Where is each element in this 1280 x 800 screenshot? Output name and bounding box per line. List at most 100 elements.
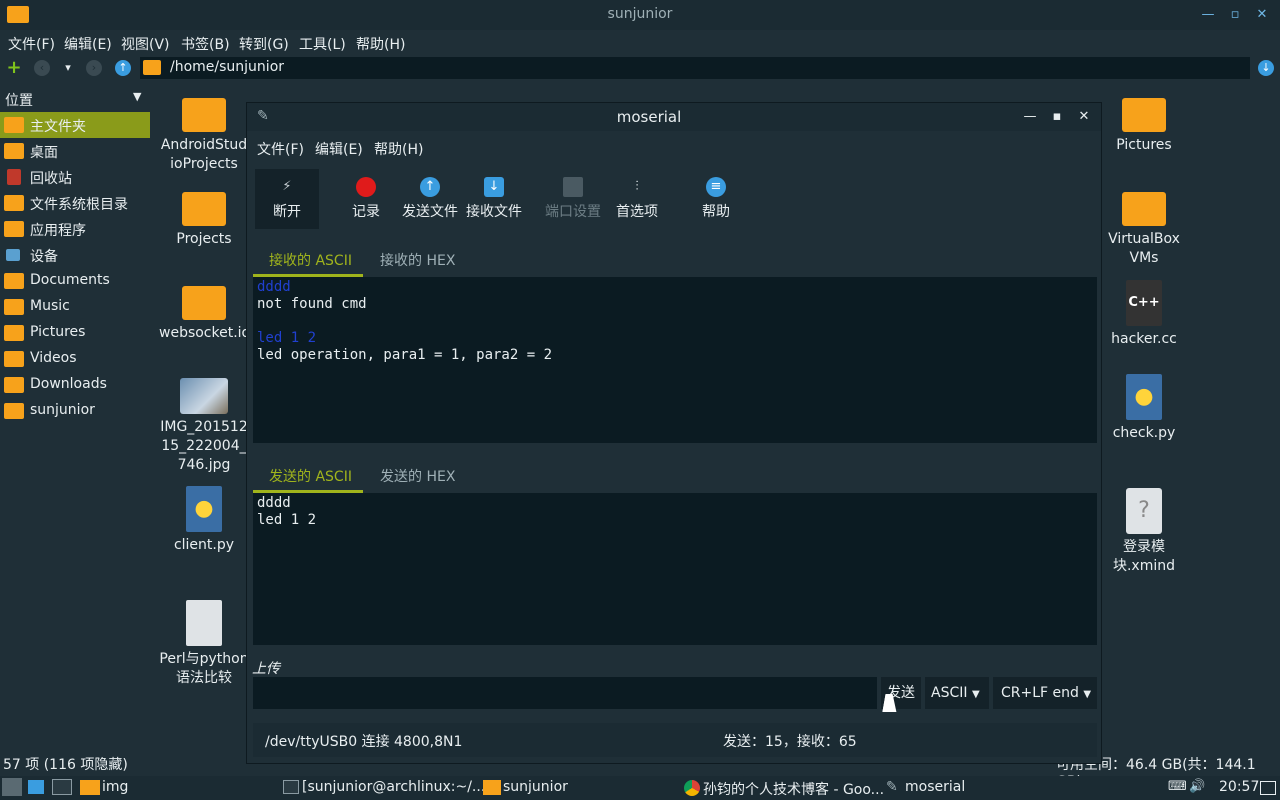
- maximize-icon[interactable]: ▫: [1227, 7, 1243, 23]
- line-end-select[interactable]: CR+LF end ▼: [993, 677, 1097, 709]
- receive-tabbar: 接收的 ASCII 接收的 HEX: [253, 241, 1097, 277]
- toolbar-label: 发送文件: [402, 204, 458, 220]
- sidebar-item-applications[interactable]: 应用程序: [0, 216, 150, 242]
- moserial-window: ✎ moserial — ▪ ✕ 文件(F) 编辑(E) 帮助(H) ⚡ 断开 记…: [246, 102, 1102, 764]
- file-item[interactable]: VirtualBox VMs: [1099, 192, 1189, 268]
- file-item[interactable]: IMG_20151215_222004_746.jpg: [159, 378, 249, 475]
- show-desktop-icon[interactable]: [2, 778, 22, 796]
- forward-icon[interactable]: ›: [86, 60, 102, 76]
- folder-icon: [4, 221, 24, 237]
- send-input[interactable]: [253, 677, 877, 709]
- sidebar-item-music[interactable]: Music: [0, 294, 150, 320]
- task-img[interactable]: img: [102, 779, 128, 795]
- menu-help[interactable]: 帮助(H): [374, 139, 423, 159]
- preferences-button[interactable]: ⫶ 首选项: [605, 169, 669, 229]
- window-list-icon[interactable]: [1260, 781, 1276, 795]
- send-file-button[interactable]: ↑ 发送文件: [398, 169, 462, 229]
- sidebar-item-downloads[interactable]: Downloads: [0, 372, 150, 398]
- rx-line: led 1 2: [257, 330, 317, 346]
- sidebar-item-videos[interactable]: Videos: [0, 346, 150, 372]
- close-icon[interactable]: ✕: [1076, 109, 1092, 125]
- menu-file[interactable]: 文件(F): [257, 139, 304, 159]
- sidebar-item-sunjunior[interactable]: sunjunior: [0, 398, 150, 424]
- task-terminal[interactable]: [sunjunior@archlinux:~/...: [302, 779, 485, 795]
- clock[interactable]: 20:57: [1219, 779, 1259, 795]
- sidebar-item-devices[interactable]: 设备: [0, 242, 150, 268]
- history-dropdown-icon[interactable]: ▾: [60, 60, 76, 76]
- file-item[interactable]: ● client.py: [159, 486, 249, 555]
- file-label: AndroidStudioProjects: [160, 137, 248, 172]
- receive-file-button[interactable]: ↓ 接收文件: [462, 169, 526, 229]
- maximize-icon[interactable]: ▪: [1049, 109, 1065, 125]
- menu-edit[interactable]: 编辑(E): [315, 139, 363, 159]
- back-icon[interactable]: ‹: [34, 60, 50, 76]
- file-item[interactable]: Projects: [159, 192, 249, 249]
- file-item[interactable]: AndroidStudioProjects: [159, 98, 249, 174]
- volume-icon[interactable]: 🔊: [1189, 779, 1205, 794]
- disconnect-button[interactable]: ⚡ 断开: [255, 169, 319, 229]
- tab-receive-hex[interactable]: 接收的 HEX: [380, 250, 455, 270]
- sidebar-item-label: 桌面: [30, 145, 58, 161]
- menu-tools[interactable]: 工具(L): [299, 34, 346, 54]
- file-item[interactable]: Perl与python语法比较: [159, 600, 249, 688]
- sidebar-item-label: Documents: [30, 272, 110, 288]
- python-file-icon: ●: [186, 486, 222, 532]
- sidebar-item-trash[interactable]: 回收站: [0, 164, 150, 190]
- home-folder-icon: [143, 60, 161, 75]
- terminal-launcher-icon[interactable]: [52, 779, 72, 795]
- sidebar-item-home[interactable]: 主文件夹: [0, 112, 150, 138]
- task-moserial[interactable]: moserial: [905, 779, 965, 795]
- launcher-icon[interactable]: [28, 780, 44, 794]
- receive-text-area[interactable]: dddd not found cmd led 1 2 led operation, p…: [253, 277, 1097, 443]
- new-tab-icon[interactable]: +: [6, 59, 22, 77]
- file-item[interactable]: ● check.py: [1099, 374, 1189, 443]
- moserial-menubar: 文件(F) 编辑(E) 帮助(H): [247, 137, 1101, 159]
- sidebar-item-label: Pictures: [30, 324, 86, 340]
- address-bar[interactable]: /home/sunjunior: [140, 57, 1250, 79]
- close-icon[interactable]: ✕: [1254, 7, 1270, 23]
- file-item[interactable]: Pictures: [1099, 98, 1189, 155]
- menu-view[interactable]: 视图(V): [121, 34, 170, 54]
- desktop-icon: [4, 143, 24, 159]
- places-sidebar: 位置 ▼ 主文件夹 桌面 回收站 文件系统根目录 应用程序 设备 Documen…: [0, 86, 150, 750]
- port-settings-button[interactable]: 端口设置: [541, 169, 605, 229]
- sidebar-item-label: Music: [30, 298, 70, 314]
- keyboard-icon[interactable]: ⌨: [1168, 779, 1187, 794]
- sidebar-item-pictures[interactable]: Pictures: [0, 320, 150, 346]
- trash-icon: [7, 169, 21, 185]
- minimize-icon[interactable]: —: [1022, 109, 1038, 125]
- go-icon[interactable]: ↓: [1258, 60, 1274, 76]
- menu-help[interactable]: 帮助(H): [356, 34, 405, 54]
- unknown-file-icon: ?: [1126, 488, 1162, 534]
- chevron-down-icon: ▼: [971, 689, 980, 700]
- task-browser[interactable]: 孙钧的个人技术博客 - Goo...: [703, 779, 884, 799]
- menu-file[interactable]: 文件(F): [8, 34, 55, 54]
- sidebar-dropdown-icon[interactable]: ▼: [133, 90, 141, 103]
- task-file-manager[interactable]: sunjunior: [503, 779, 568, 795]
- folder-icon: [80, 780, 100, 795]
- sent-text-area[interactable]: dddd led 1 2: [253, 493, 1097, 645]
- file-item[interactable]: C++ hacker.cc: [1099, 280, 1189, 349]
- menu-go[interactable]: 转到(G): [239, 34, 289, 54]
- tab-receive-ascii[interactable]: 接收的 ASCII: [269, 250, 352, 270]
- rx-line: led operation, para1 = 1, para2 = 2: [257, 347, 553, 363]
- folder-icon: [1122, 98, 1166, 132]
- record-button[interactable]: 记录: [334, 169, 398, 229]
- file-item[interactable]: ? 登录模块.xmind: [1099, 488, 1189, 576]
- tab-send-ascii[interactable]: 发送的 ASCII: [269, 466, 352, 486]
- up-icon[interactable]: ↑: [115, 60, 131, 76]
- home-icon: [4, 117, 24, 133]
- sidebar-item-documents[interactable]: Documents: [0, 268, 150, 294]
- menu-edit[interactable]: 编辑(E): [64, 34, 112, 54]
- minimize-icon[interactable]: —: [1200, 7, 1216, 23]
- encoding-select[interactable]: ASCII ▼: [925, 677, 989, 709]
- plug-icon: ⚡: [282, 179, 292, 194]
- menu-bookmarks[interactable]: 书签(B): [181, 34, 230, 54]
- toolbar-label: 帮助: [702, 204, 730, 220]
- sidebar-item-root[interactable]: 文件系统根目录: [0, 190, 150, 216]
- toolbar-label: 记录: [352, 204, 380, 220]
- tab-send-hex[interactable]: 发送的 HEX: [380, 466, 455, 486]
- file-item[interactable]: websocket.io: [159, 286, 250, 343]
- sidebar-item-desktop[interactable]: 桌面: [0, 138, 150, 164]
- help-button[interactable]: ≡ 帮助: [684, 169, 748, 229]
